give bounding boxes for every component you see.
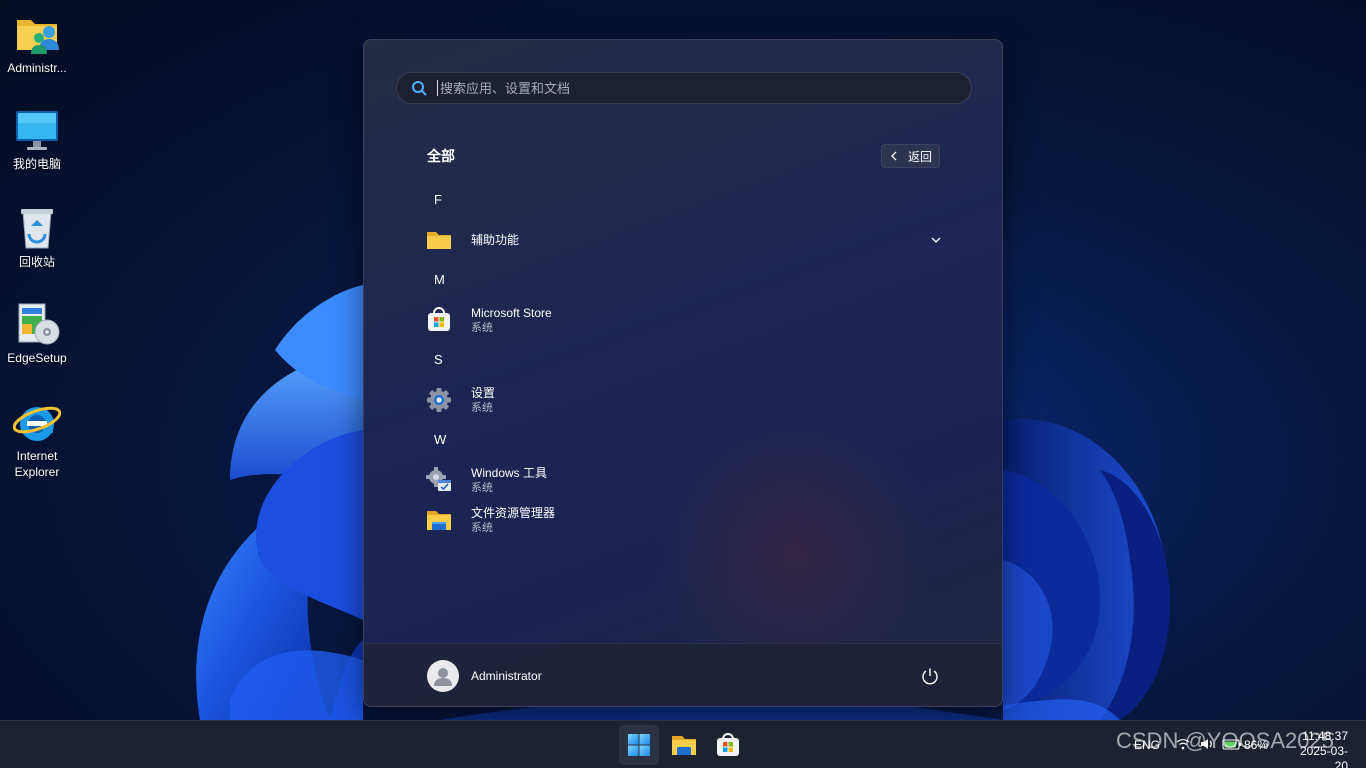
desktop-icon-internet-explorer[interactable]: Internet Explorer bbox=[0, 398, 74, 480]
desktop-icon-label: Administr... bbox=[7, 61, 67, 75]
chevron-left-icon bbox=[891, 151, 897, 161]
start-menu: 全部 返回 F 辅助功能 M bbox=[363, 39, 1003, 707]
taskbar-file-explorer[interactable] bbox=[664, 725, 704, 765]
back-button-label: 返回 bbox=[908, 149, 933, 164]
desktop-icon-administrator[interactable]: Administr... bbox=[0, 10, 74, 76]
taskbar-start-button[interactable] bbox=[619, 725, 659, 765]
user-folder-icon bbox=[13, 10, 61, 58]
app-category: 系统 bbox=[471, 402, 493, 414]
recycle-bin-icon bbox=[13, 204, 61, 252]
text-caret bbox=[437, 80, 438, 96]
app-category: 系统 bbox=[471, 482, 493, 494]
desktop-icon-label: EdgeSetup bbox=[7, 351, 67, 365]
file-explorer-icon bbox=[672, 736, 696, 755]
app-item-microsoft-store[interactable]: Microsoft Store 系统 bbox=[424, 302, 944, 338]
windows-tools-icon bbox=[424, 465, 454, 495]
app-category: 系统 bbox=[471, 522, 493, 534]
start-menu-footer: Administrator bbox=[364, 643, 1002, 706]
letter-header-f[interactable]: F bbox=[434, 192, 442, 207]
app-name: 设置 bbox=[471, 386, 496, 400]
app-item-file-explorer[interactable]: 文件资源管理器 系统 bbox=[424, 502, 944, 538]
desktop-icon-label: 回收站 bbox=[18, 255, 55, 269]
search-box[interactable] bbox=[396, 72, 972, 104]
search-input[interactable] bbox=[440, 80, 940, 96]
watermark: CSDN @YOOSA2025 bbox=[1116, 728, 1334, 753]
store-icon bbox=[424, 305, 454, 335]
desktop-icon-recycle-bin[interactable]: 回收站 bbox=[0, 204, 74, 270]
avatar bbox=[427, 660, 459, 692]
computer-icon bbox=[13, 106, 61, 154]
store-icon bbox=[717, 733, 739, 756]
installer-icon bbox=[13, 300, 61, 348]
app-name: Windows 工具 bbox=[471, 466, 548, 480]
internet-explorer-icon bbox=[12, 398, 62, 446]
desktop-icon-this-pc[interactable]: 我的电脑 bbox=[0, 106, 74, 172]
start-icon bbox=[628, 734, 650, 756]
app-name: Microsoft Store bbox=[471, 306, 552, 320]
desktop-icon-label: Internet bbox=[16, 449, 58, 463]
chevron-down-icon[interactable] bbox=[928, 232, 944, 248]
user-account-button[interactable]: Administrator bbox=[427, 660, 542, 692]
app-category: 系统 bbox=[471, 322, 493, 334]
section-title: 全部 bbox=[427, 148, 455, 164]
back-button[interactable]: 返回 bbox=[881, 144, 940, 168]
start-menu-glow bbox=[644, 420, 944, 680]
letter-header-w[interactable]: W bbox=[434, 432, 446, 447]
file-explorer-icon bbox=[424, 505, 454, 535]
app-item-accessibility[interactable]: 辅助功能 bbox=[424, 222, 944, 258]
user-name: Administrator bbox=[471, 669, 542, 683]
app-item-settings[interactable]: 设置 系统 bbox=[424, 382, 944, 418]
taskbar-store[interactable] bbox=[708, 725, 748, 765]
letter-header-s[interactable]: S bbox=[434, 352, 443, 367]
letter-header-m[interactable]: M bbox=[434, 272, 445, 287]
folder-icon bbox=[424, 225, 454, 255]
search-icon bbox=[412, 81, 427, 96]
app-name: 辅助功能 bbox=[471, 233, 520, 247]
desktop-icon-label: 我的电脑 bbox=[12, 157, 61, 171]
power-icon[interactable] bbox=[920, 666, 940, 686]
gear-icon bbox=[424, 385, 454, 415]
app-name: 文件资源管理器 bbox=[471, 506, 556, 520]
desktop-icon-edgesetup[interactable]: EdgeSetup bbox=[0, 300, 74, 366]
desktop-icon-label-line2: Explorer bbox=[14, 465, 60, 479]
app-item-windows-tools[interactable]: Windows 工具 系统 bbox=[424, 462, 944, 498]
